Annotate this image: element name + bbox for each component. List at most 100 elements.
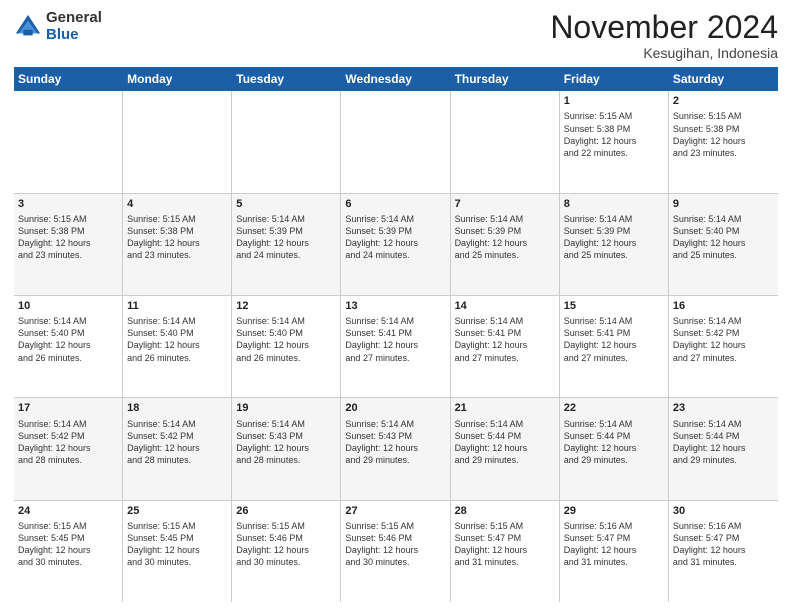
calendar-cell-day-12: 12 Sunrise: 5:14 AM Sunset: 5:40 PM Dayli… [232,296,341,397]
calendar-cell-day-11: 11 Sunrise: 5:14 AM Sunset: 5:40 PM Dayli… [123,296,232,397]
day-info: Sunrise: 5:15 AM Sunset: 5:38 PM Dayligh… [564,110,664,159]
day-number: 25 [127,504,227,518]
calendar-cell-day-23: 23 Sunrise: 5:14 AM Sunset: 5:44 PM Dayli… [669,398,778,499]
day-info: Sunrise: 5:14 AM Sunset: 5:43 PM Dayligh… [236,418,336,467]
day-number: 3 [18,197,118,211]
day-number: 11 [127,299,227,313]
day-number: 8 [564,197,664,211]
calendar-cell-day-5: 5 Sunrise: 5:14 AM Sunset: 5:39 PM Daylig… [232,194,341,295]
day-number: 6 [345,197,445,211]
day-number: 12 [236,299,336,313]
logo-icon [14,13,42,41]
header-cell-monday: Monday [123,67,232,91]
day-info: Sunrise: 5:14 AM Sunset: 5:42 PM Dayligh… [673,315,774,364]
day-info: Sunrise: 5:14 AM Sunset: 5:44 PM Dayligh… [673,418,774,467]
calendar-cell-day-13: 13 Sunrise: 5:14 AM Sunset: 5:41 PM Dayli… [341,296,450,397]
day-info: Sunrise: 5:14 AM Sunset: 5:41 PM Dayligh… [455,315,555,364]
day-number: 24 [18,504,118,518]
day-info: Sunrise: 5:14 AM Sunset: 5:40 PM Dayligh… [127,315,227,364]
calendar-cell-day-24: 24 Sunrise: 5:15 AM Sunset: 5:45 PM Dayli… [14,501,123,602]
logo-blue: Blue [46,26,79,43]
calendar-cell-day-30: 30 Sunrise: 5:16 AM Sunset: 5:47 PM Dayli… [669,501,778,602]
day-number: 22 [564,401,664,415]
calendar-body: 1 Sunrise: 5:15 AM Sunset: 5:38 PM Daylig… [14,91,778,602]
calendar-header: SundayMondayTuesdayWednesdayThursdayFrid… [14,67,778,91]
month-title: November 2024 [550,10,778,45]
calendar: SundayMondayTuesdayWednesdayThursdayFrid… [14,67,778,602]
day-number: 17 [18,401,118,415]
calendar-cell-day-7: 7 Sunrise: 5:14 AM Sunset: 5:39 PM Daylig… [451,194,560,295]
day-info: Sunrise: 5:14 AM Sunset: 5:42 PM Dayligh… [18,418,118,467]
calendar-cell-day-3: 3 Sunrise: 5:15 AM Sunset: 5:38 PM Daylig… [14,194,123,295]
calendar-row-2: 10 Sunrise: 5:14 AM Sunset: 5:40 PM Dayli… [14,296,778,398]
day-info: Sunrise: 5:14 AM Sunset: 5:39 PM Dayligh… [455,213,555,262]
calendar-cell-day-18: 18 Sunrise: 5:14 AM Sunset: 5:42 PM Dayli… [123,398,232,499]
day-info: Sunrise: 5:15 AM Sunset: 5:45 PM Dayligh… [127,520,227,569]
calendar-cell-day-20: 20Sunrise: 5:14 AM Sunset: 5:43 PM Dayli… [341,398,450,499]
day-number: 29 [564,504,664,518]
day-info: Sunrise: 5:15 AM Sunset: 5:46 PM Dayligh… [236,520,336,569]
calendar-cell-day-15: 15 Sunrise: 5:14 AM Sunset: 5:41 PM Dayli… [560,296,669,397]
day-info: Sunrise: 5:15 AM Sunset: 5:45 PM Dayligh… [18,520,118,569]
calendar-cell-day-2: 2 Sunrise: 5:15 AM Sunset: 5:38 PM Daylig… [669,91,778,192]
day-number: 4 [127,197,227,211]
day-info: Sunrise: 5:14 AM Sunset: 5:39 PM Dayligh… [345,213,445,262]
day-info: Sunrise: 5:15 AM Sunset: 5:38 PM Dayligh… [673,110,774,159]
calendar-cell-day-4: 4 Sunrise: 5:15 AM Sunset: 5:38 PM Daylig… [123,194,232,295]
day-number: 1 [564,94,664,108]
day-number: 20 [345,401,445,415]
logo-text: General Blue [46,10,102,43]
calendar-cell-day-29: 29Sunrise: 5:16 AM Sunset: 5:47 PM Dayli… [560,501,669,602]
day-info: Sunrise: 5:14 AM Sunset: 5:44 PM Dayligh… [455,418,555,467]
day-number: 26 [236,504,336,518]
header-cell-tuesday: Tuesday [232,67,341,91]
day-info: Sunrise: 5:14 AM Sunset: 5:39 PM Dayligh… [564,213,664,262]
day-number: 18 [127,401,227,415]
day-info: Sunrise: 5:14 AM Sunset: 5:39 PM Dayligh… [236,213,336,262]
day-number: 21 [455,401,555,415]
day-info: Sunrise: 5:14 AM Sunset: 5:41 PM Dayligh… [345,315,445,364]
day-number: 7 [455,197,555,211]
header-cell-wednesday: Wednesday [341,67,450,91]
day-number: 19 [236,401,336,415]
calendar-cell-day-8: 8 Sunrise: 5:14 AM Sunset: 5:39 PM Daylig… [560,194,669,295]
calendar-cell-day-28: 28Sunrise: 5:15 AM Sunset: 5:47 PM Dayli… [451,501,560,602]
day-number: 5 [236,197,336,211]
header-cell-saturday: Saturday [669,67,778,91]
calendar-cell-day-14: 14Sunrise: 5:14 AM Sunset: 5:41 PM Dayli… [451,296,560,397]
header: General Blue November 2024 Kesugihan, In… [14,10,778,61]
calendar-cell-empty-0-1 [123,91,232,192]
day-info: Sunrise: 5:16 AM Sunset: 5:47 PM Dayligh… [673,520,774,569]
day-info: Sunrise: 5:14 AM Sunset: 5:41 PM Dayligh… [564,315,664,364]
calendar-cell-day-27: 27 Sunrise: 5:15 AM Sunset: 5:46 PM Dayli… [341,501,450,602]
calendar-row-1: 3 Sunrise: 5:15 AM Sunset: 5:38 PM Daylig… [14,194,778,296]
location: Kesugihan, Indonesia [550,45,778,61]
day-number: 23 [673,401,774,415]
calendar-row-0: 1 Sunrise: 5:15 AM Sunset: 5:38 PM Daylig… [14,91,778,193]
calendar-cell-day-22: 22 Sunrise: 5:14 AM Sunset: 5:44 PM Dayli… [560,398,669,499]
calendar-cell-empty-0-4 [451,91,560,192]
day-info: Sunrise: 5:14 AM Sunset: 5:42 PM Dayligh… [127,418,227,467]
day-number: 9 [673,197,774,211]
day-info: Sunrise: 5:15 AM Sunset: 5:46 PM Dayligh… [345,520,445,569]
calendar-cell-day-25: 25 Sunrise: 5:15 AM Sunset: 5:45 PM Dayli… [123,501,232,602]
calendar-row-4: 24 Sunrise: 5:15 AM Sunset: 5:45 PM Dayli… [14,501,778,602]
day-info: Sunrise: 5:15 AM Sunset: 5:38 PM Dayligh… [127,213,227,262]
day-info: Sunrise: 5:14 AM Sunset: 5:44 PM Dayligh… [564,418,664,467]
day-number: 27 [345,504,445,518]
calendar-cell-empty-0-3 [341,91,450,192]
day-number: 30 [673,504,774,518]
day-number: 2 [673,94,774,108]
day-info: Sunrise: 5:15 AM Sunset: 5:38 PM Dayligh… [18,213,118,262]
day-number: 16 [673,299,774,313]
calendar-cell-day-6: 6 Sunrise: 5:14 AM Sunset: 5:39 PM Daylig… [341,194,450,295]
calendar-cell-day-9: 9Sunrise: 5:14 AM Sunset: 5:40 PM Daylig… [669,194,778,295]
day-number: 15 [564,299,664,313]
day-number: 10 [18,299,118,313]
day-number: 13 [345,299,445,313]
calendar-cell-day-17: 17 Sunrise: 5:14 AM Sunset: 5:42 PM Dayli… [14,398,123,499]
header-cell-sunday: Sunday [14,67,123,91]
title-section: November 2024 Kesugihan, Indonesia [550,10,778,61]
calendar-cell-day-21: 21 Sunrise: 5:14 AM Sunset: 5:44 PM Dayli… [451,398,560,499]
day-info: Sunrise: 5:14 AM Sunset: 5:40 PM Dayligh… [236,315,336,364]
